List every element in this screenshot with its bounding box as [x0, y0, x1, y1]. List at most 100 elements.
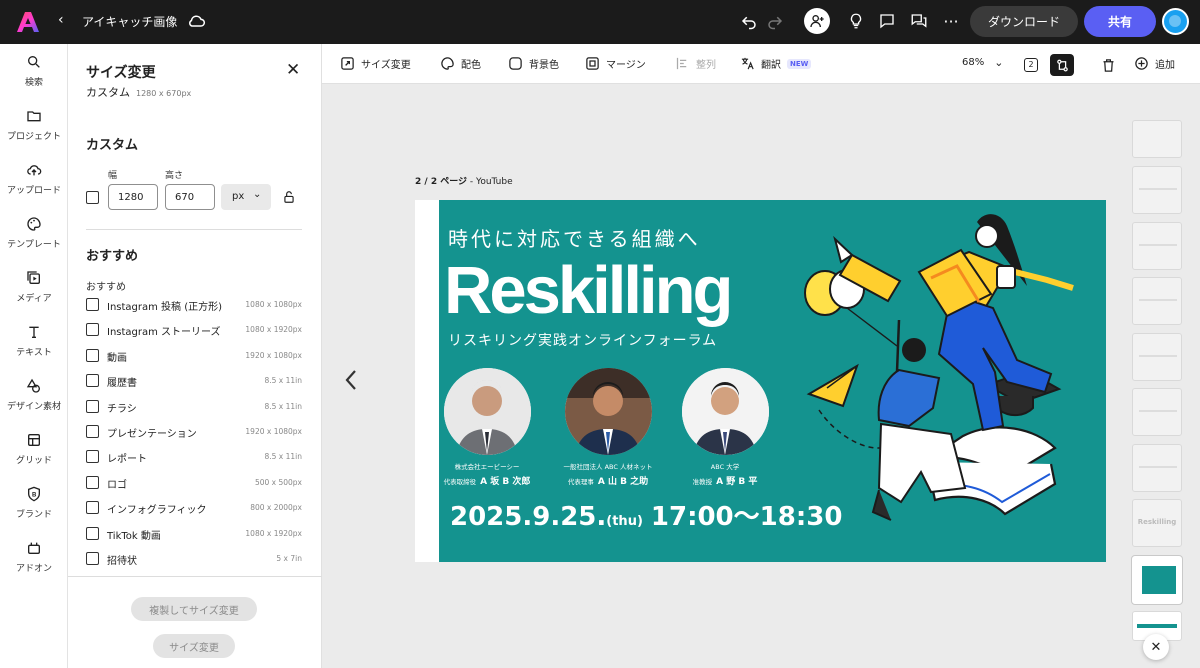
preset-checkbox[interactable]	[86, 323, 99, 336]
rail-item-label: ブランド	[15, 510, 52, 520]
download-button[interactable]: ダウンロード	[970, 6, 1078, 37]
rail-item-projects[interactable]: プロジェクト	[0, 108, 68, 142]
preset-checkbox[interactable]	[86, 527, 99, 540]
delete-icon[interactable]	[1096, 54, 1120, 76]
previous-page-chevron-icon[interactable]	[344, 368, 358, 392]
close-thumbnails-button[interactable]: ✕	[1143, 634, 1169, 660]
toolbar-color[interactable]: 配色	[440, 56, 481, 71]
preset-checkbox[interactable]	[86, 349, 99, 362]
undo-icon[interactable]	[738, 10, 760, 32]
preset-row[interactable]: Instagram ストーリーズ 1080 x 1920px	[86, 320, 302, 340]
page-thumbnail-selected[interactable]	[1132, 556, 1182, 604]
preset-size: 1080 x 1920px	[245, 325, 302, 334]
rail-item-label: テンプレート	[7, 240, 61, 250]
preset-row[interactable]: レポート 8.5 x 11in	[86, 447, 302, 467]
preset-row[interactable]: Instagram 投稿 (正方形) 1080 x 1080px	[86, 295, 302, 315]
comment-icon[interactable]	[876, 10, 898, 32]
redo-icon[interactable]	[764, 10, 786, 32]
lightbulb-icon[interactable]	[845, 10, 867, 32]
design-subheading[interactable]: リスキリング実践オンラインフォーラム	[448, 330, 717, 350]
rail-item-addons[interactable]: アドオン	[0, 540, 68, 574]
back-chevron-icon[interactable]: ‹	[58, 12, 64, 28]
speaker-photo[interactable]	[564, 368, 652, 455]
shapes-icon	[26, 378, 40, 393]
toolbar-background[interactable]: 背景色	[508, 56, 559, 71]
speaker-card[interactable]: 株式会社エービーシー 代表取締役 A 坂 B 次郎	[439, 368, 547, 487]
toolbar-resize[interactable]: サイズ変更	[340, 56, 411, 71]
rail-item-search[interactable]: 検索	[0, 54, 68, 88]
preset-row[interactable]: プレゼンテーション 1920 x 1080px	[86, 422, 302, 442]
preset-row[interactable]: 招待状 5 x 7in	[86, 549, 302, 569]
preset-row[interactable]: ロゴ 500 x 500px	[86, 473, 302, 493]
preset-checkbox[interactable]	[86, 450, 99, 463]
cloud-sync-icon[interactable]	[186, 11, 206, 31]
preset-checkbox[interactable]	[86, 552, 99, 565]
canvas-area: 2 / 2 ページ - YouTube 時代に対応できる組織へ Reskilli…	[322, 84, 1130, 668]
zoom-control[interactable]: 68% ⌄	[962, 56, 1003, 69]
page-thumbnail[interactable]: Reskilling	[1132, 499, 1182, 547]
preset-row[interactable]: TikTok 動画 1080 x 1920px	[86, 524, 302, 544]
share-button[interactable]: 共有	[1084, 6, 1156, 37]
lock-ratio-checkbox[interactable]	[86, 191, 99, 204]
preset-checkbox[interactable]	[86, 425, 99, 438]
rail-item-grid[interactable]: グリッド	[0, 432, 68, 466]
preset-checkbox[interactable]	[86, 400, 99, 413]
thumbnail-text-line	[1139, 188, 1177, 190]
preset-row[interactable]: チラシ 8.5 x 11in	[86, 397, 302, 417]
speaker-photo[interactable]	[443, 368, 531, 455]
preset-name: Instagram ストーリーズ	[107, 327, 221, 338]
rail-item-brand[interactable]: B ブランド	[0, 486, 68, 520]
page-thumbnail[interactable]	[1132, 333, 1182, 381]
speaker-photo[interactable]	[681, 368, 769, 455]
close-panel-icon[interactable]: ✕	[286, 60, 300, 80]
preset-checkbox[interactable]	[86, 476, 99, 489]
page-format: - YouTube	[467, 177, 513, 187]
design-heading[interactable]: 時代に対応できる組織へ	[448, 223, 701, 252]
reskilling-illustration[interactable]	[779, 200, 1106, 562]
document-title[interactable]: アイキャッチ画像	[82, 13, 177, 30]
rail-item-upload[interactable]: アップロード	[0, 162, 68, 196]
preset-row[interactable]: インフォグラフィック 800 x 2000px	[86, 498, 302, 518]
page-thumbnail[interactable]	[1132, 444, 1182, 492]
page-thumbnail[interactable]	[1132, 120, 1182, 158]
lock-icon[interactable]	[282, 190, 296, 204]
add-page-button[interactable]: 追加	[1134, 56, 1175, 71]
design-brand-title[interactable]: Reskilling	[444, 252, 733, 329]
rail-item-media[interactable]: メディア	[0, 270, 68, 304]
preset-checkbox[interactable]	[86, 298, 99, 311]
toolbar-translate[interactable]: 翻訳 NEW	[740, 56, 812, 71]
page-thumbnail[interactable]	[1132, 222, 1182, 270]
user-avatar[interactable]	[1162, 8, 1189, 35]
page-thumbnail[interactable]	[1132, 388, 1182, 436]
rail-item-templates[interactable]: テンプレート	[0, 216, 68, 250]
more-options-icon[interactable]: ···	[940, 10, 962, 32]
design-banner[interactable]: 時代に対応できる組織へ Reskilling リスキリング実践オンラインフォーラ…	[439, 200, 1106, 562]
speaker-org: 株式会社エービーシー	[454, 463, 520, 471]
artboard[interactable]: 時代に対応できる組織へ Reskilling リスキリング実践オンラインフォーラ…	[415, 200, 1106, 562]
preset-row[interactable]: 履歴書 8.5 x 11in	[86, 371, 302, 391]
resize-button[interactable]: サイズ変更	[153, 634, 235, 658]
speaker-card[interactable]: 一般社団法人 ABC 人材ネット 代表理事 A 山 B 之助	[548, 368, 668, 487]
preset-row[interactable]: 動画 1920 x 1080px	[86, 346, 302, 366]
preset-checkbox[interactable]	[86, 374, 99, 387]
review-comments-icon[interactable]	[908, 10, 930, 32]
toolbar-align[interactable]: 整列	[675, 56, 716, 71]
unit-select[interactable]: px ⌄	[221, 184, 271, 210]
copy-and-resize-button[interactable]: 複製してサイズ変更	[131, 597, 257, 621]
layers-toggle-button[interactable]	[1050, 54, 1074, 76]
unit-value: px	[232, 191, 245, 202]
rail-item-design-assets[interactable]: デザイン素材	[0, 378, 68, 412]
invite-user-icon[interactable]	[804, 8, 830, 34]
rail-item-text[interactable]: テキスト	[0, 324, 68, 358]
adobe-express-logo-icon[interactable]	[16, 10, 40, 34]
preset-checkbox[interactable]	[86, 501, 99, 514]
toolbar-margin[interactable]: マージン	[585, 56, 646, 71]
preset-size: 1080 x 1920px	[245, 529, 302, 538]
speaker-card[interactable]: ABC 大学 准教授 A 野 B 平	[665, 368, 785, 487]
width-input[interactable]: 1280	[108, 184, 158, 210]
folder-icon	[27, 111, 41, 122]
height-input[interactable]: 670	[165, 184, 215, 210]
page-count-button[interactable]: 2	[1019, 54, 1043, 76]
page-thumbnail[interactable]	[1132, 277, 1182, 325]
page-thumbnail[interactable]	[1132, 166, 1182, 214]
